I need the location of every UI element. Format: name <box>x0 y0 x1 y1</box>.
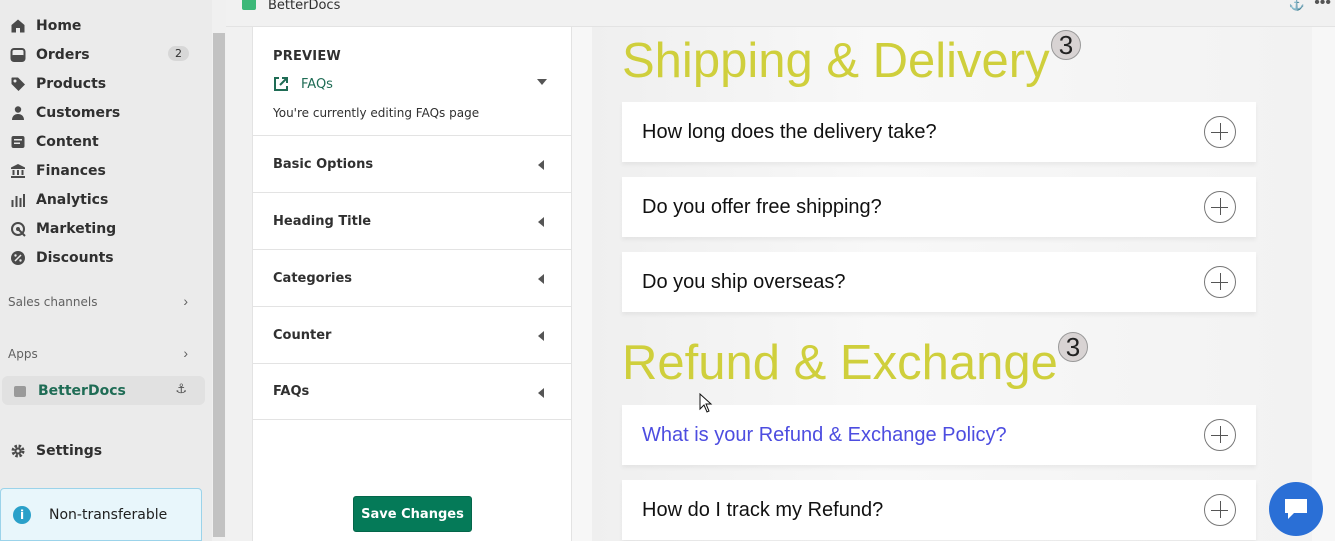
faq-item[interactable]: Do you offer free shipping? <box>622 177 1256 237</box>
section-label: FAQs <box>273 384 310 399</box>
sidebar-item-label: Products <box>36 75 107 92</box>
sidebar-item-content[interactable]: Content <box>0 127 205 156</box>
category-title: Shipping & Delivery <box>622 34 1050 88</box>
sidebar-item-settings[interactable]: Settings <box>0 436 205 465</box>
chat-button[interactable] <box>1269 482 1323 536</box>
category-title: Refund & Exchange <box>622 336 1058 390</box>
sidebar-item-label: Content <box>36 133 99 150</box>
section-counter[interactable]: Counter <box>253 306 572 363</box>
section-label: Categories <box>273 270 353 286</box>
more-options-icon[interactable]: ••• <box>1314 0 1331 12</box>
sales-channels-heading[interactable]: Sales channels <box>8 295 98 309</box>
info-icon: i <box>13 505 31 524</box>
settings-panel: PREVIEW FAQs You're currently editing FA… <box>252 27 572 541</box>
expand-plus-icon[interactable] <box>1204 419 1236 451</box>
save-changes-button[interactable]: Save Changes <box>353 496 472 532</box>
caret-left-icon <box>538 160 544 170</box>
orders-count-badge: 2 <box>168 46 189 61</box>
faq-item[interactable]: How do I track my Refund? <box>622 480 1256 540</box>
faq-question: What is your Refund & Exchange Policy? <box>642 423 1007 446</box>
section-heading-title[interactable]: Heading Title <box>253 192 572 249</box>
sidebar-item-orders[interactable]: Orders 2 <box>0 40 205 69</box>
expand-plus-icon[interactable] <box>1204 191 1236 223</box>
faq-question: Do you ship overseas? <box>642 270 846 293</box>
expand-plus-icon[interactable] <box>1204 494 1236 526</box>
sidebar-scrollbar[interactable] <box>212 0 226 541</box>
marketing-icon <box>10 221 26 237</box>
pin-icon[interactable]: ⚓ <box>175 382 187 397</box>
caret-left-icon <box>538 274 544 284</box>
external-link-icon <box>274 77 288 91</box>
faq-item[interactable]: How long does the delivery take? <box>622 102 1256 162</box>
category-count-badge: 3 <box>1051 30 1081 60</box>
app-title: BetterDocs <box>268 0 341 13</box>
person-icon <box>10 105 26 121</box>
sidebar-item-label: Customers <box>36 104 121 121</box>
section-label: Counter <box>273 327 332 343</box>
app-topbar: BetterDocs ⚓ ••• <box>226 0 1335 27</box>
scrollbar-thumb[interactable] <box>213 33 225 537</box>
banner-text: Non-transferable <box>49 506 168 523</box>
faq-preview: Shipping & Delivery 3 How long does the … <box>572 27 1335 541</box>
sidebar-item-betterdocs[interactable]: BetterDocs ⚓ <box>2 376 205 405</box>
apps-heading[interactable]: Apps <box>8 347 38 361</box>
chat-bubble-icon <box>1285 499 1307 519</box>
orders-icon <box>10 47 26 63</box>
bar-chart-icon <box>10 192 26 208</box>
app-icon <box>12 383 28 399</box>
category-count-badge: 3 <box>1058 332 1088 362</box>
expand-plus-icon[interactable] <box>1204 266 1236 298</box>
faq-question: Do you offer free shipping? <box>642 195 882 218</box>
sidebar-item-marketing[interactable]: Marketing <box>0 214 205 243</box>
section-categories[interactable]: Categories <box>253 249 572 306</box>
content-icon <box>10 134 26 150</box>
sidebar-item-discounts[interactable]: Discounts <box>0 243 205 272</box>
mouse-cursor-icon <box>699 393 713 413</box>
section-label: Heading Title <box>273 213 372 229</box>
discount-icon <box>10 250 26 266</box>
expand-plus-icon[interactable] <box>1204 116 1236 148</box>
sidebar-item-products[interactable]: Products <box>0 69 205 98</box>
section-faqs[interactable]: FAQs <box>253 363 572 420</box>
chevron-right-icon[interactable]: › <box>183 293 188 309</box>
sidebar-item-label: Analytics <box>36 191 109 208</box>
pin-icon[interactable]: ⚓ <box>1289 0 1305 12</box>
preview-note: You're currently editing FAQs page <box>273 106 480 120</box>
faq-question: How long does the delivery take? <box>642 120 937 143</box>
preview-page-name: FAQs <box>301 76 333 92</box>
faq-item[interactable]: What is your Refund & Exchange Policy? <box>622 405 1256 465</box>
caret-left-icon <box>538 331 544 341</box>
sidebar-item-label: BetterDocs <box>38 382 126 399</box>
sidebar: Home Orders 2 Products Customers Content… <box>0 0 212 541</box>
caret-down-icon[interactable] <box>537 79 547 85</box>
sidebar-item-analytics[interactable]: Analytics <box>0 185 205 214</box>
app-root: Home Orders 2 Products Customers Content… <box>0 0 1335 541</box>
faq-question: How do I track my Refund? <box>642 498 884 521</box>
section-label: Basic Options <box>273 156 374 172</box>
bank-icon <box>10 163 26 179</box>
sidebar-item-customers[interactable]: Customers <box>0 98 205 127</box>
non-transferable-banner[interactable]: i Non-transferable <box>0 488 202 541</box>
section-basic-options[interactable]: Basic Options <box>253 135 572 192</box>
sidebar-item-label: Finances <box>36 162 106 179</box>
gear-icon <box>10 443 26 459</box>
home-icon <box>10 18 26 34</box>
sidebar-item-home[interactable]: Home <box>0 11 205 40</box>
chevron-right-icon[interactable]: › <box>183 345 188 361</box>
sidebar-item-label: Settings <box>36 442 103 459</box>
preview-page-link[interactable]: FAQs <box>273 76 333 92</box>
caret-left-icon <box>538 217 544 227</box>
preview-heading: PREVIEW <box>273 49 341 64</box>
sidebar-item-finances[interactable]: Finances <box>0 156 205 185</box>
sidebar-item-label: Marketing <box>36 220 117 237</box>
betterdocs-logo <box>242 0 256 10</box>
sidebar-item-label: Orders <box>36 46 90 63</box>
sidebar-item-label: Home <box>36 17 82 34</box>
caret-left-icon <box>538 388 544 398</box>
sidebar-item-label: Discounts <box>36 249 114 266</box>
faq-item[interactable]: Do you ship overseas? <box>622 252 1256 312</box>
tag-icon <box>10 76 26 92</box>
